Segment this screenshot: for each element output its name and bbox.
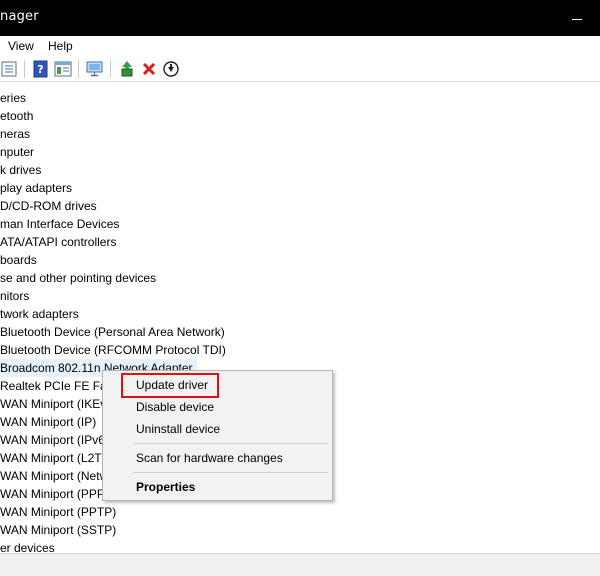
properties-button[interactable]	[0, 60, 18, 78]
minimize-icon	[572, 19, 582, 20]
menu-item-scan-hardware[interactable]: Scan for hardware changes	[136, 450, 283, 466]
update-driver-button[interactable]	[118, 60, 136, 78]
help-icon: ?	[33, 60, 48, 78]
menu-view[interactable]: View	[8, 39, 34, 53]
svg-text:?: ?	[37, 63, 43, 76]
toolbar-separator	[110, 60, 111, 78]
toolbar: ?	[0, 56, 600, 82]
menu-item-disable-device[interactable]: Disable device	[136, 399, 214, 415]
toolbar-separator	[24, 60, 25, 78]
menu-separator	[133, 443, 328, 444]
show-hide-button[interactable]	[54, 60, 72, 78]
menu-item-update-driver[interactable]: Update driver	[136, 377, 208, 393]
title-bar: nager	[0, 0, 600, 36]
scan-hardware-icon	[86, 61, 103, 77]
show-hide-icon	[54, 61, 72, 77]
menu-bar: View Help	[0, 36, 600, 56]
toolbar-separator	[78, 60, 79, 78]
properties-icon	[1, 61, 17, 77]
uninstall-button[interactable]	[140, 60, 158, 78]
menu-item-uninstall-device[interactable]: Uninstall device	[136, 421, 220, 437]
enable-device-icon	[163, 61, 179, 77]
enable-device-button[interactable]	[162, 60, 180, 78]
minimize-button[interactable]	[566, 10, 600, 26]
scan-hardware-button[interactable]	[86, 60, 104, 78]
uninstall-icon	[142, 62, 156, 76]
status-bar	[0, 553, 600, 576]
update-driver-icon	[121, 61, 133, 77]
context-menu: Update driver Disable device Uninstall d…	[102, 370, 333, 501]
help-button[interactable]: ?	[32, 60, 50, 78]
menu-help[interactable]: Help	[48, 39, 73, 53]
window-title: nager	[0, 9, 39, 24]
menu-item-properties[interactable]: Properties	[136, 479, 195, 495]
menu-separator	[133, 472, 328, 473]
